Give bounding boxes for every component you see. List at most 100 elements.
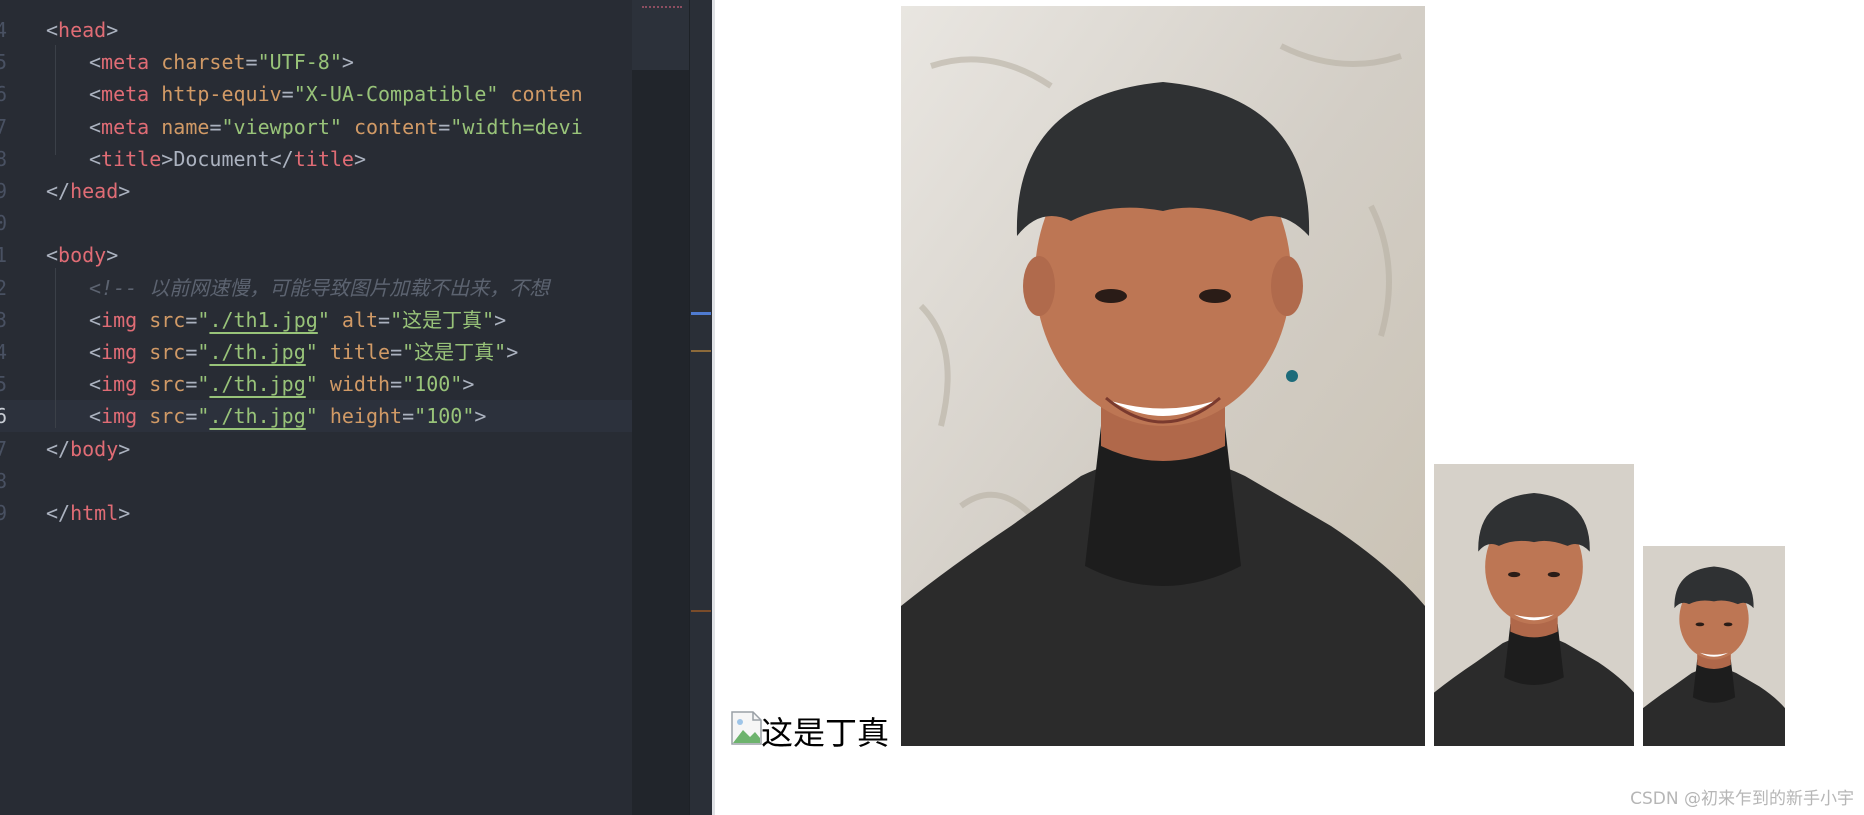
portrait-image-height-100 bbox=[1643, 546, 1785, 746]
browser-preview: 这是丁真 CSDN @初来乍到的新手小宇 bbox=[715, 0, 1864, 815]
code-line[interactable]: 6 <img src="./th.jpg" height="100"> bbox=[0, 400, 632, 433]
code-token: "UTF-8" bbox=[257, 50, 342, 75]
line-number: 6 bbox=[0, 404, 8, 429]
code-token: < bbox=[89, 50, 102, 75]
code-token: < bbox=[89, 372, 102, 397]
code-token: > bbox=[118, 179, 131, 203]
code-line[interactable]: 9 </html> bbox=[0, 497, 632, 529]
code-line[interactable]: 9 </head> bbox=[0, 175, 632, 207]
code-token: < bbox=[89, 82, 102, 107]
code-line[interactable]: 2 <!-- 以前网速慢，可能导致图片加载不出来，不想 bbox=[0, 272, 632, 304]
line-number: 5 bbox=[0, 372, 8, 397]
code-token: src bbox=[137, 340, 186, 364]
code-token: img bbox=[101, 307, 138, 332]
minimap[interactable] bbox=[632, 0, 689, 815]
csdn-watermark: CSDN @初来乍到的新手小宇 bbox=[1630, 789, 1854, 809]
code-token: " bbox=[305, 404, 318, 429]
code-line[interactable]: 3 <img src="./th1.jpg" alt="这是丁真"> bbox=[0, 304, 632, 336]
code-text: <img src="./th.jpg" width="100"> bbox=[89, 368, 474, 400]
minimap-preview bbox=[642, 6, 682, 16]
code-text: <img src="./th.jpg" height="100"> bbox=[89, 400, 486, 432]
code-token: name bbox=[149, 114, 210, 139]
code-token: " bbox=[197, 404, 210, 429]
line-number: 5 bbox=[0, 50, 8, 75]
line-number: 4 bbox=[0, 340, 8, 364]
scrollbar-marker bbox=[691, 610, 711, 612]
code-token: " bbox=[317, 307, 330, 332]
code-line[interactable]: 4 <head> bbox=[0, 14, 632, 46]
code-token: http-equiv bbox=[149, 82, 282, 107]
code-line[interactable]: 1 <body> bbox=[0, 239, 632, 271]
code-token: meta bbox=[101, 114, 150, 139]
code-token: = bbox=[390, 372, 403, 397]
code-text: <body> bbox=[46, 239, 118, 271]
code-token: < bbox=[46, 18, 59, 42]
code-token: html bbox=[70, 501, 119, 525]
code-line[interactable]: 5 <meta charset="UTF-8"> bbox=[0, 46, 632, 78]
code-line[interactable]: 8 <title>Document</title> bbox=[0, 143, 632, 175]
code-token: = bbox=[185, 307, 198, 332]
code-token: </ bbox=[46, 179, 71, 203]
code-token: > bbox=[494, 307, 507, 332]
code-token: " bbox=[305, 340, 318, 364]
line-number: 0 bbox=[0, 211, 8, 236]
code-token: < bbox=[89, 114, 102, 139]
code-token: content bbox=[341, 114, 439, 139]
code-text: </html> bbox=[46, 497, 130, 529]
scrollbar-cursor-marker bbox=[691, 312, 711, 315]
code-text: <meta charset="UTF-8"> bbox=[89, 46, 354, 78]
code-token: img bbox=[101, 340, 138, 364]
code-line[interactable]: 0 bbox=[0, 207, 632, 239]
code-token: src bbox=[137, 372, 186, 397]
code-line[interactable]: 7 <meta name="viewport" content="width=de… bbox=[0, 111, 632, 143]
indent-guide bbox=[55, 45, 56, 155]
scrollbar-marker bbox=[691, 350, 711, 352]
code-token: "viewport" bbox=[221, 114, 342, 139]
portrait-image-large bbox=[901, 6, 1425, 746]
code-text: <!-- 以前网速慢，可能导致图片加载不出来，不想 bbox=[89, 272, 549, 304]
code-token: > bbox=[474, 404, 487, 429]
code-token: > bbox=[341, 50, 354, 75]
code-token: "这是丁真" bbox=[390, 307, 495, 332]
code-token: < bbox=[89, 146, 102, 171]
code-token: "100" bbox=[402, 372, 463, 397]
code-text: <head> bbox=[46, 14, 118, 46]
broken-image-alt-text: 这是丁真 bbox=[761, 714, 890, 752]
code-text: <meta name="viewport" content="width=dev… bbox=[89, 111, 583, 143]
code-token: < bbox=[89, 404, 102, 429]
code-line[interactable]: 5 <img src="./th.jpg" width="100"> bbox=[0, 368, 632, 400]
code-token: = bbox=[438, 114, 451, 139]
code-token: < bbox=[89, 307, 102, 332]
code-token: " bbox=[197, 372, 210, 397]
code-token: < bbox=[89, 340, 102, 364]
code-token: "这是丁真" bbox=[402, 340, 507, 364]
code-token: src bbox=[137, 404, 186, 429]
code-token: </ bbox=[46, 436, 71, 461]
code-token: > bbox=[353, 146, 366, 171]
code-token: </ bbox=[46, 501, 71, 525]
code-line[interactable]: 7 </body> bbox=[0, 433, 632, 465]
code-text: <img src="./th1.jpg" alt="这是丁真"> bbox=[89, 304, 506, 336]
code-token: Document bbox=[173, 146, 270, 171]
code-token: width bbox=[317, 372, 391, 397]
code-editor[interactable]: 4 <head> 5 <meta charset="UTF-8"> 6 <meta htt… bbox=[0, 0, 712, 815]
code-token: = bbox=[390, 340, 403, 364]
code-line[interactable]: 8 bbox=[0, 465, 632, 497]
code-token: head bbox=[58, 18, 107, 42]
code-token: < bbox=[46, 243, 59, 268]
line-number: 9 bbox=[0, 501, 8, 525]
line-number: 8 bbox=[0, 468, 8, 493]
code-token: > bbox=[506, 340, 519, 364]
code-area[interactable]: 4 <head> 5 <meta charset="UTF-8"> 6 <meta htt… bbox=[0, 0, 632, 815]
code-token: "100" bbox=[414, 404, 475, 429]
code-token: > bbox=[106, 18, 119, 42]
code-line[interactable]: 4 <img src="./th.jpg" title="这是丁真"> bbox=[0, 336, 632, 368]
editor-scrollbar[interactable] bbox=[689, 0, 712, 815]
code-token: head bbox=[70, 179, 119, 203]
code-token: body bbox=[70, 436, 119, 461]
code-token: = bbox=[402, 404, 415, 429]
code-token: > bbox=[161, 146, 174, 171]
code-token: = bbox=[378, 307, 391, 332]
code-line[interactable]: 6 <meta http-equiv="X-UA-Compatible" cont… bbox=[0, 78, 632, 110]
line-number: 6 bbox=[0, 82, 8, 107]
